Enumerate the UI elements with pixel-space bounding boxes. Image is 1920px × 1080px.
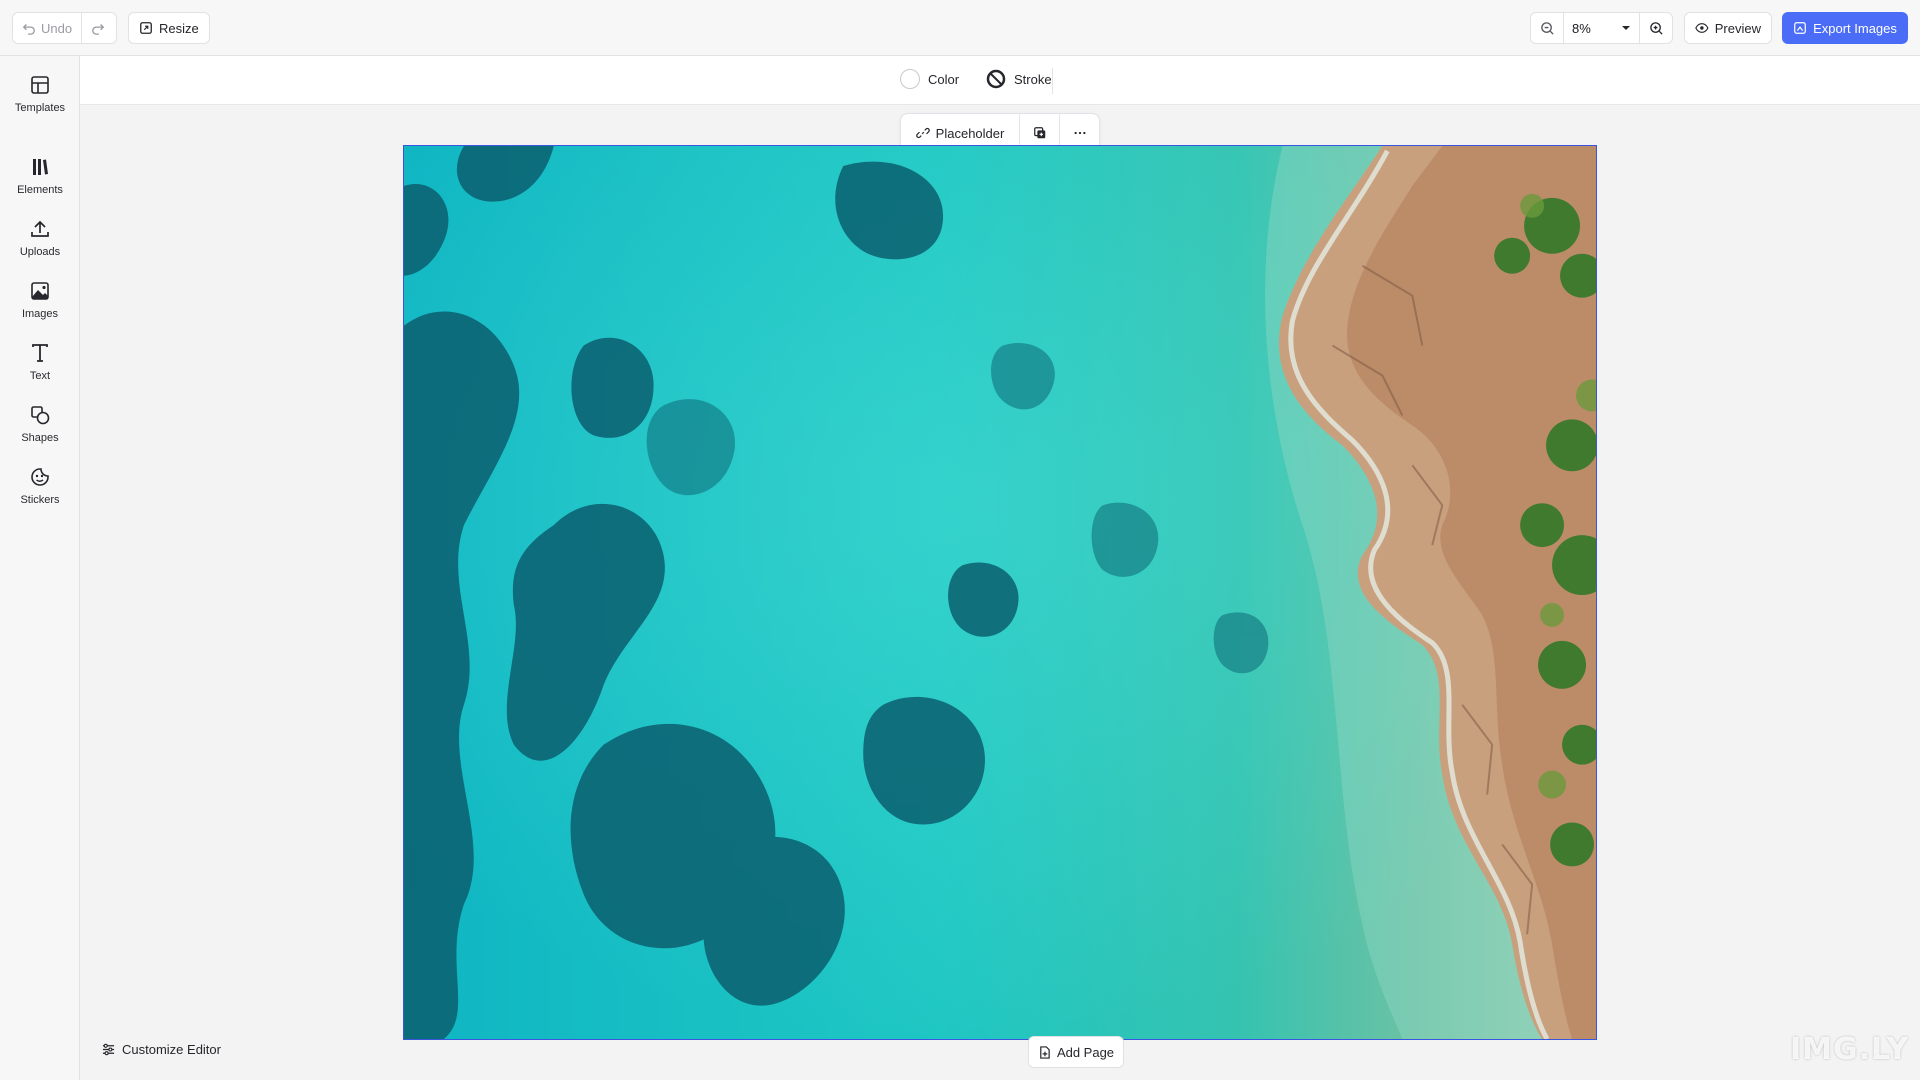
sidebar-item-uploads[interactable]: Uploads: [0, 218, 80, 258]
resize-button[interactable]: Resize: [128, 12, 210, 44]
color-control[interactable]: Color: [900, 69, 959, 89]
zoom-out-button[interactable]: [1531, 13, 1563, 43]
stroke-label: Stroke: [1014, 71, 1052, 87]
preview-button[interactable]: Preview: [1684, 12, 1772, 44]
zoom-controls: 8%: [1530, 12, 1673, 44]
stroke-control[interactable]: Stroke: [986, 69, 1052, 89]
top-toolbar: Undo Resize 8% Preview Export Images: [0, 0, 1920, 56]
sidebar-item-label: Shapes: [21, 432, 59, 444]
link-icon: [915, 127, 930, 139]
export-label: Export Images: [1813, 20, 1897, 36]
placeholder-label: Placeholder: [935, 125, 1005, 141]
toolbar-divider: [1052, 68, 1053, 94]
eye-icon: [1695, 23, 1709, 33]
export-images-button[interactable]: Export Images: [1782, 12, 1908, 44]
zoom-in-button[interactable]: [1640, 13, 1672, 43]
zoom-in-icon: [1649, 21, 1663, 35]
duplicate-icon: [1033, 127, 1045, 139]
history-controls: Undo: [12, 12, 117, 44]
sidebar-item-label: Elements: [17, 184, 63, 196]
design-page[interactable]: [403, 145, 1597, 1040]
sidebar-item-label: Stickers: [20, 494, 60, 506]
sidebar-item-label: Templates: [14, 102, 66, 114]
sliders-icon: [102, 1043, 115, 1056]
redo-button[interactable]: [81, 13, 114, 43]
sticker-icon: [31, 468, 49, 486]
export-icon: [1794, 22, 1806, 34]
sidebar-item-stickers[interactable]: Stickers: [0, 466, 80, 506]
sidebar-item-label: Uploads: [19, 246, 61, 258]
sidebar-item-templates[interactable]: Templates: [0, 74, 80, 114]
color-label: Color: [928, 71, 960, 87]
shapes-icon: [31, 406, 50, 425]
sidebar-item-shapes[interactable]: Shapes: [0, 404, 80, 444]
add-page-label: Add Page: [1056, 1044, 1115, 1060]
redo-icon: [92, 24, 105, 35]
more-horizontal-icon: [1073, 131, 1086, 135]
left-sidebar: Templates Elements Uploads Images Text S…: [0, 56, 80, 1080]
resize-icon: [140, 22, 152, 34]
preview-label: Preview: [1714, 20, 1761, 36]
sidebar-item-label: Images: [21, 308, 59, 320]
undo-icon: [22, 24, 35, 35]
chevron-down-icon: [1622, 26, 1630, 30]
undo-label: Undo: [41, 20, 73, 36]
zoom-select[interactable]: 8%: [1563, 13, 1640, 43]
text-icon: [32, 344, 48, 362]
property-toolbar: Color Stroke: [80, 56, 1920, 105]
customize-label: Customize Editor: [122, 1042, 221, 1057]
undo-button[interactable]: Undo: [13, 13, 81, 43]
aerial-coast-image: [404, 146, 1596, 1039]
add-page-button[interactable]: Add Page: [1028, 1036, 1124, 1068]
elements-icon: [33, 159, 48, 175]
templates-icon: [31, 76, 49, 94]
add-page-icon: [1040, 1045, 1050, 1059]
image-icon: [31, 282, 49, 300]
zoom-value: 8%: [1572, 20, 1591, 36]
img-ly-logo: IMG.LY: [1790, 1032, 1910, 1067]
resize-label: Resize: [159, 20, 199, 36]
zoom-out-icon: [1540, 21, 1554, 35]
sidebar-item-elements[interactable]: Elements: [0, 156, 80, 196]
stroke-icon: [986, 69, 1006, 89]
color-swatch: [900, 69, 920, 89]
sidebar-item-text[interactable]: Text: [0, 342, 80, 382]
sidebar-item-images[interactable]: Images: [0, 280, 80, 320]
customize-editor-button[interactable]: Customize Editor: [102, 1042, 221, 1057]
sidebar-item-label: Text: [29, 370, 51, 382]
upload-icon: [31, 220, 49, 237]
